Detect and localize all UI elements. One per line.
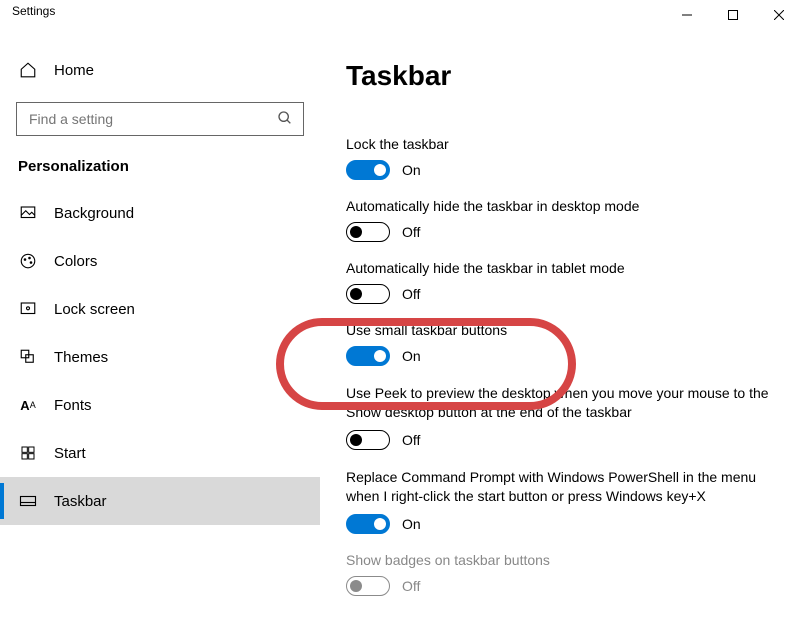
setting-label: Use small taskbar buttons <box>346 322 776 338</box>
sidebar-item-label: Fonts <box>54 397 92 414</box>
start-icon <box>18 443 38 463</box>
themes-icon <box>18 347 38 367</box>
home-icon <box>18 60 38 80</box>
lockscreen-icon <box>18 299 38 319</box>
setting-label: Lock the taskbar <box>346 136 776 152</box>
palette-icon <box>18 251 38 271</box>
search-icon <box>277 110 293 129</box>
picture-icon <box>18 203 38 223</box>
fonts-icon: AA <box>18 395 38 415</box>
toggle-state: On <box>402 162 421 178</box>
toggle-autohide-desktop[interactable] <box>346 222 390 242</box>
sidebar-item-label: Background <box>54 205 134 222</box>
minimize-button[interactable] <box>664 0 710 30</box>
setting-label: Automatically hide the taskbar in deskto… <box>346 198 776 214</box>
sidebar-item-label: Start <box>54 445 86 462</box>
setting-small-buttons: Use small taskbar buttons On <box>346 322 776 366</box>
toggle-state: Off <box>402 224 420 240</box>
setting-powershell: Replace Command Prompt with Windows Powe… <box>346 468 776 534</box>
search-field[interactable] <box>27 110 277 128</box>
sidebar-item-label: Colors <box>54 253 97 270</box>
toggle-state: Off <box>402 432 420 448</box>
sidebar-item-taskbar[interactable]: Taskbar <box>0 477 320 525</box>
sidebar-item-home[interactable]: Home <box>0 50 320 90</box>
toggle-state: Off <box>402 578 420 594</box>
toggle-state: Off <box>402 286 420 302</box>
setting-badges: Show badges on taskbar buttons Off <box>346 552 776 596</box>
search-input[interactable] <box>16 102 304 136</box>
sidebar-item-label: Home <box>54 62 94 79</box>
category-header: Personalization <box>0 152 320 189</box>
setting-label: Replace Command Prompt with Windows Powe… <box>346 468 776 506</box>
window-title: Settings <box>12 0 55 18</box>
sidebar-item-fonts[interactable]: AA Fonts <box>0 381 320 429</box>
maximize-button[interactable] <box>710 0 756 30</box>
sidebar-item-start[interactable]: Start <box>0 429 320 477</box>
taskbar-icon <box>18 491 38 511</box>
sidebar-item-themes[interactable]: Themes <box>0 333 320 381</box>
sidebar-item-label: Taskbar <box>54 493 107 510</box>
setting-peek: Use Peek to preview the desktop when you… <box>346 384 776 450</box>
content-pane: Taskbar Lock the taskbar On Automaticall… <box>320 32 802 632</box>
sidebar-item-label: Lock screen <box>54 301 135 318</box>
toggle-powershell[interactable] <box>346 514 390 534</box>
toggle-lock-taskbar[interactable] <box>346 160 390 180</box>
sidebar: Home Personalization Background Colors L… <box>0 32 320 632</box>
toggle-autohide-tablet[interactable] <box>346 284 390 304</box>
sidebar-item-lockscreen[interactable]: Lock screen <box>0 285 320 333</box>
setting-autohide-tablet: Automatically hide the taskbar in tablet… <box>346 260 776 304</box>
toggle-small-buttons[interactable] <box>346 346 390 366</box>
sidebar-item-colors[interactable]: Colors <box>0 237 320 285</box>
setting-label: Automatically hide the taskbar in tablet… <box>346 260 776 276</box>
toggle-state: On <box>402 516 421 532</box>
toggle-state: On <box>402 348 421 364</box>
page-title: Taskbar <box>346 60 776 92</box>
sidebar-item-label: Themes <box>54 349 108 366</box>
sidebar-item-background[interactable]: Background <box>0 189 320 237</box>
setting-autohide-desktop: Automatically hide the taskbar in deskto… <box>346 198 776 242</box>
setting-label: Use Peek to preview the desktop when you… <box>346 384 776 422</box>
toggle-badges <box>346 576 390 596</box>
caption-buttons <box>664 0 802 30</box>
setting-lock-taskbar: Lock the taskbar On <box>346 136 776 180</box>
close-button[interactable] <box>756 0 802 30</box>
toggle-peek[interactable] <box>346 430 390 450</box>
setting-label: Show badges on taskbar buttons <box>346 552 776 568</box>
titlebar: Settings <box>0 0 802 32</box>
